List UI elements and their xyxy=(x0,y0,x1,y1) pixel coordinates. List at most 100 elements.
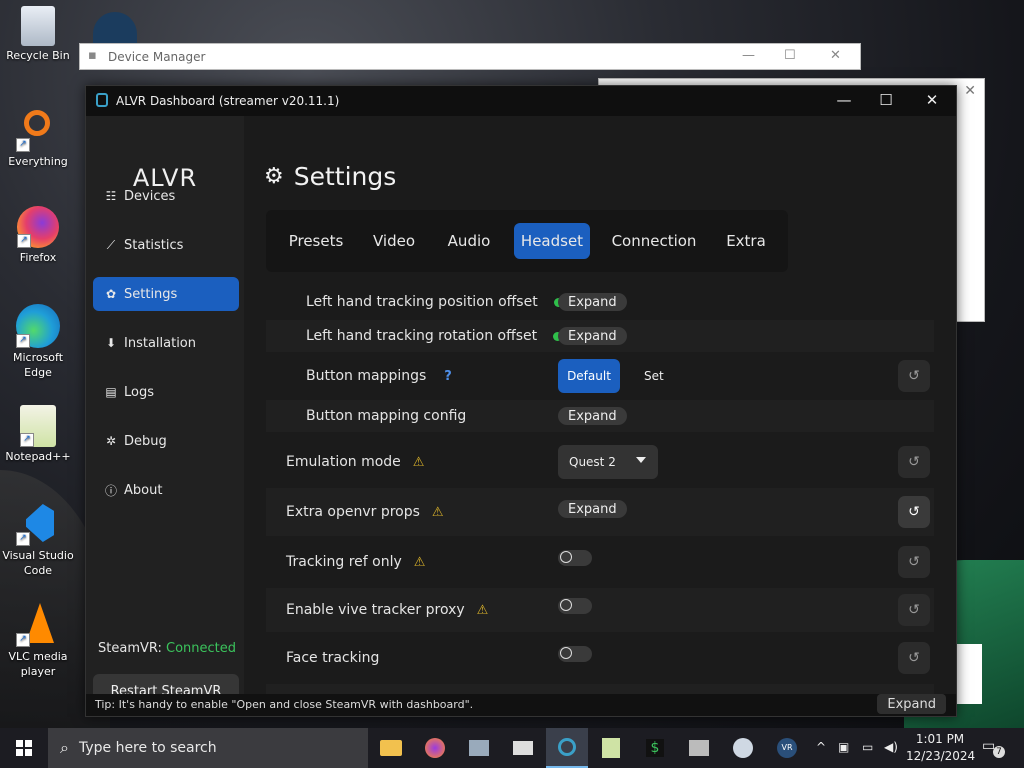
file-explorer-icon[interactable] xyxy=(370,728,412,768)
steamvr-taskbar-icon[interactable]: VR xyxy=(766,728,808,768)
expand-button[interactable]: Expand xyxy=(558,407,627,425)
emulation-mode-dropdown[interactable]: Quest 2 xyxy=(558,445,658,479)
sidebar-item-devices[interactable]: ☷ Devices xyxy=(93,179,239,213)
reset-icon[interactable]: ↺ xyxy=(898,546,930,578)
clock-time: 1:01 PM xyxy=(915,732,965,746)
sidebar-item-label: Settings xyxy=(124,286,178,302)
notification-badge: 7 xyxy=(993,746,1005,758)
desktop-icon-firefox[interactable]: ↗ Firefox xyxy=(0,206,76,265)
close-button[interactable]: ✕ xyxy=(912,91,952,109)
reset-icon[interactable]: ↺ xyxy=(898,642,930,674)
sidebar: ALVR ☷ Devices ⟋ Statistics ✿ Settings ⬇… xyxy=(86,116,244,708)
alvr-logo-icon xyxy=(96,93,108,107)
shortcut-arrow-icon: ↗ xyxy=(16,334,30,348)
device-manager-window[interactable]: ▪ Device Manager — ☐ ✕ xyxy=(79,43,861,70)
sidebar-item-about[interactable]: ⓘ About xyxy=(93,473,239,507)
tab-extra[interactable]: Extra xyxy=(716,223,776,259)
expand-button[interactable]: Expand xyxy=(558,327,627,345)
app-taskbar-icon[interactable]: $ xyxy=(634,728,676,768)
sidebar-item-logs[interactable]: ▤ Logs xyxy=(93,375,239,409)
option-set-button[interactable]: Set xyxy=(644,369,664,383)
desktop-icon-notepadpp[interactable]: ↗ Notepad++ xyxy=(0,405,76,464)
app-taskbar-icon[interactable] xyxy=(678,728,720,768)
chart-icon: ⟋ xyxy=(106,237,116,252)
setting-label: Extra openvr props xyxy=(286,504,420,520)
setting-label: Tracking ref only xyxy=(286,554,402,570)
shortcut-arrow-icon: ↗ xyxy=(16,532,30,546)
window-title: ALVR Dashboard (streamer v20.11.1) xyxy=(116,94,340,108)
setting-label-wrap: Extra openvr props ⚠ xyxy=(286,488,444,536)
steam-taskbar-icon[interactable] xyxy=(722,728,764,768)
expand-button[interactable]: Expand xyxy=(558,500,627,518)
search-placeholder: Type here to search xyxy=(78,740,217,756)
minimize-button[interactable]: — xyxy=(742,48,755,63)
setting-label-wrap: Left hand tracking position offset xyxy=(306,288,563,316)
expand-button[interactable]: Expand xyxy=(558,293,627,311)
maximize-button[interactable]: ☐ xyxy=(784,48,796,63)
minimize-button[interactable]: — xyxy=(824,91,864,109)
info-icon: ⓘ xyxy=(104,483,117,498)
desktop-icon-edge[interactable]: ↗ Microsoft Edge xyxy=(0,304,76,380)
tip-expand-button[interactable]: Expand xyxy=(877,694,946,714)
setting-row-button-mappings: Button mappings ? Default Set ↺ xyxy=(266,356,934,396)
steamvr-connected-status: Connected xyxy=(166,641,237,656)
desktop-icon-vlc[interactable]: ↗ VLC media player xyxy=(0,603,76,679)
volume-icon[interactable]: ◀) xyxy=(884,740,898,754)
setting-row-button-mapping-config: Button mapping config Expand xyxy=(266,400,934,432)
desktop-icon-everything[interactable]: ↗ Everything xyxy=(0,108,76,169)
shortcut-arrow-icon: ↗ xyxy=(16,633,30,647)
tab-presets[interactable]: Presets xyxy=(278,223,354,259)
network-icon[interactable]: ▭ xyxy=(862,740,873,754)
close-button[interactable]: ✕ xyxy=(830,48,841,63)
alvr-taskbar-icon[interactable] xyxy=(546,728,588,768)
help-icon[interactable]: ? xyxy=(444,369,452,384)
option-default-button[interactable]: Default xyxy=(558,359,620,393)
close-icon[interactable]: ✕ xyxy=(964,83,976,99)
tip-bar: Tip: It's handy to enable "Open and clos… xyxy=(86,694,956,716)
start-button[interactable] xyxy=(0,728,48,768)
shortcut-arrow-icon: ↗ xyxy=(17,234,31,248)
tab-headset[interactable]: Headset xyxy=(514,223,590,259)
tray-app-icon[interactable]: ▣ xyxy=(838,740,849,754)
tab-video[interactable]: Video xyxy=(362,223,426,259)
vive-tracker-proxy-toggle[interactable] xyxy=(558,598,592,614)
tracking-ref-only-toggle[interactable] xyxy=(558,550,592,566)
setting-row-vive-tracker-proxy: Enable vive tracker proxy ⚠ ↺ xyxy=(266,588,934,632)
firefox-taskbar-icon[interactable] xyxy=(414,728,456,768)
sidebar-item-statistics[interactable]: ⟋ Statistics xyxy=(93,228,239,262)
sidebar-item-label: Installation xyxy=(124,335,197,351)
reset-icon[interactable]: ↺ xyxy=(898,594,930,626)
app-taskbar-icon[interactable] xyxy=(458,728,500,768)
sidebar-item-debug[interactable]: ✲ Debug xyxy=(93,424,239,458)
desktop-icon-label: Recycle Bin xyxy=(6,49,70,62)
notepadpp-taskbar-icon[interactable] xyxy=(590,728,632,768)
desktop-icon-recycle-bin[interactable]: Recycle Bin xyxy=(0,6,76,63)
face-tracking-toggle[interactable] xyxy=(558,646,592,662)
reset-icon[interactable]: ↺ xyxy=(898,360,930,392)
reset-icon[interactable]: ↺ xyxy=(898,446,930,478)
clock-date: 12/23/2024 xyxy=(906,749,976,763)
page-title-text: Settings xyxy=(293,162,397,191)
system-clock[interactable]: 1:01 PM 12/23/2024 xyxy=(906,731,976,765)
setting-row-emulation-mode: Emulation mode ⚠ Quest 2 ↺ xyxy=(266,440,934,484)
reset-icon[interactable]: ↺ xyxy=(898,496,930,528)
chevron-up-icon[interactable]: ^ xyxy=(816,740,826,754)
bug-icon: ✲ xyxy=(105,434,117,448)
desktop-icon-vscode[interactable]: ↗ Visual Studio Code xyxy=(0,502,76,578)
tab-connection[interactable]: Connection xyxy=(602,223,706,259)
warning-icon: ⚠ xyxy=(431,504,444,520)
setting-label: Face tracking xyxy=(286,650,380,666)
tab-audio[interactable]: Audio xyxy=(436,223,502,259)
notification-icon[interactable]: ▭ 7 xyxy=(982,738,1005,758)
taskbar: ⌕ Type here to search $ VR ^ ▣ ▭ ◀) 1:01… xyxy=(0,728,1024,768)
warning-icon: ⚠ xyxy=(476,602,489,618)
maximize-button[interactable]: ☐ xyxy=(866,91,906,109)
app-taskbar-icon[interactable] xyxy=(502,728,544,768)
setting-label-wrap: Button mappings ? xyxy=(306,356,452,396)
taskbar-search-box[interactable]: ⌕ Type here to search xyxy=(48,728,368,768)
sidebar-item-settings[interactable]: ✿ Settings xyxy=(93,277,239,311)
warning-icon: ⚠ xyxy=(413,554,426,570)
window-titlebar[interactable]: ALVR Dashboard (streamer v20.11.1) — ☐ ✕ xyxy=(86,86,956,116)
sidebar-item-label: Logs xyxy=(124,384,154,400)
sidebar-item-installation[interactable]: ⬇ Installation xyxy=(93,326,239,360)
